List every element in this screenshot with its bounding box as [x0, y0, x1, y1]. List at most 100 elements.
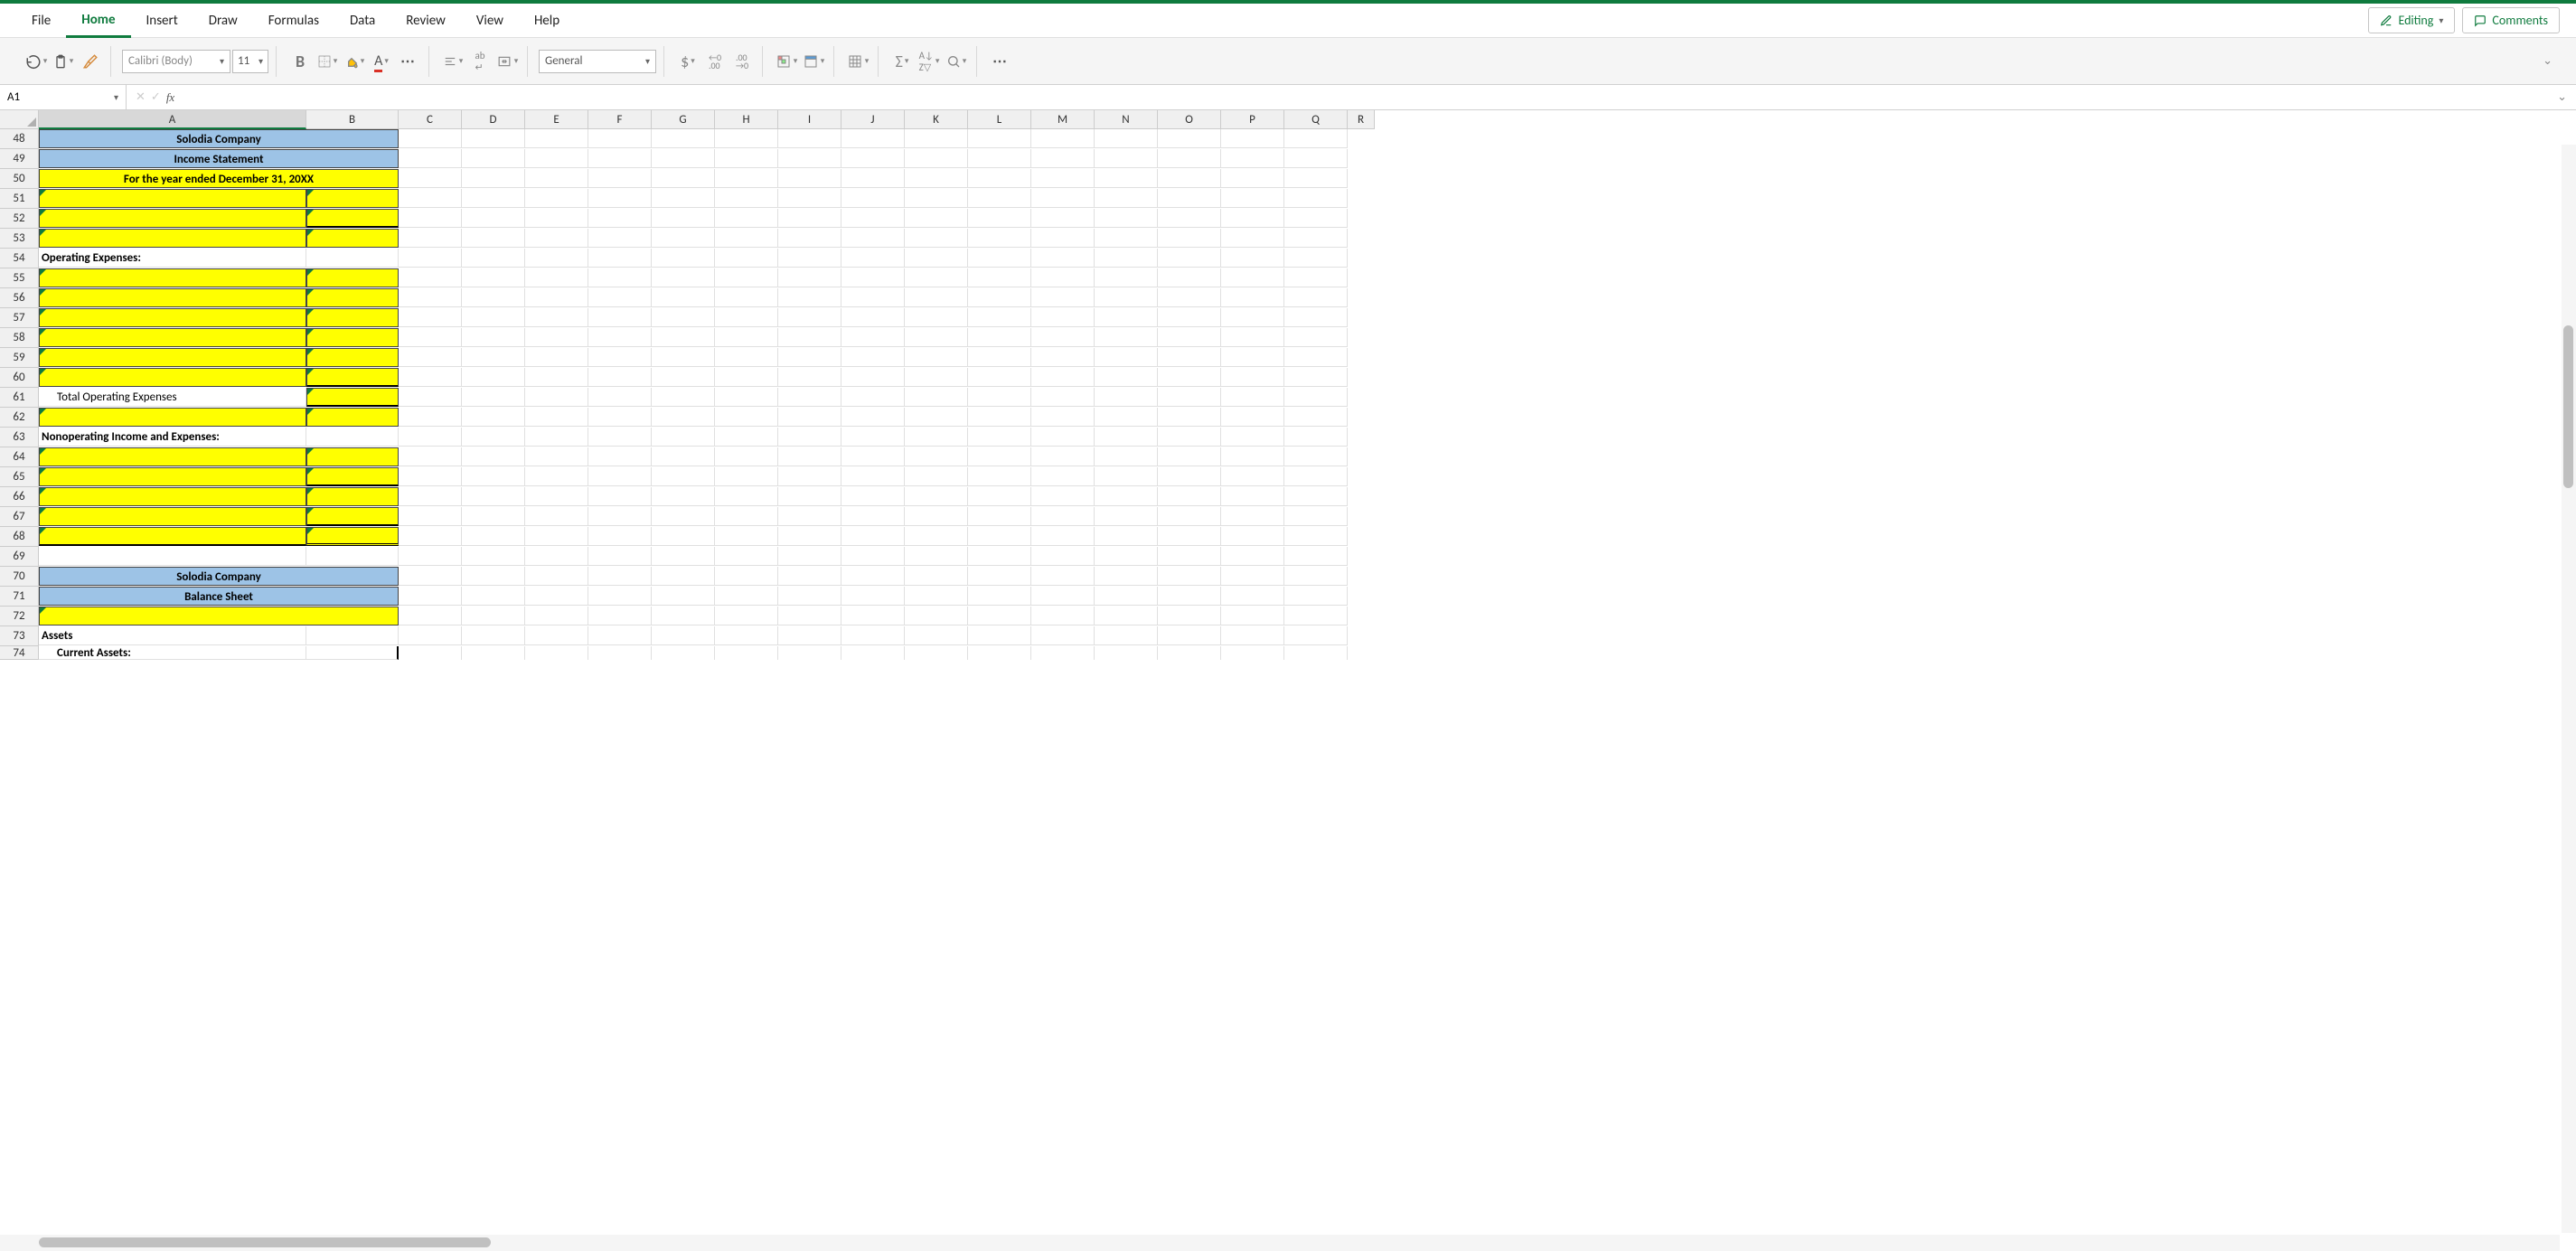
cell[interactable] — [399, 507, 462, 526]
cell[interactable] — [778, 507, 841, 526]
col-header-K[interactable]: K — [905, 110, 968, 129]
cell[interactable] — [1221, 428, 1284, 447]
cell[interactable] — [652, 189, 715, 208]
cell[interactable] — [841, 567, 905, 586]
cell[interactable] — [1031, 149, 1095, 168]
cell-A52[interactable] — [39, 209, 306, 228]
cell[interactable] — [1031, 507, 1095, 526]
cell[interactable] — [715, 149, 778, 168]
cell[interactable] — [905, 229, 968, 248]
cell[interactable] — [841, 467, 905, 486]
row-header[interactable]: 62 — [0, 408, 39, 428]
cell[interactable] — [715, 268, 778, 287]
cell[interactable] — [905, 547, 968, 566]
cell[interactable] — [1095, 408, 1158, 427]
spreadsheet-grid[interactable]: A B C D E F G H I J K L M N O P Q R 48 S… — [0, 110, 2576, 1217]
cell[interactable] — [778, 527, 841, 546]
cell[interactable] — [841, 388, 905, 407]
cell[interactable] — [462, 149, 525, 168]
cell[interactable] — [905, 249, 968, 268]
bold-button[interactable]: B — [287, 49, 313, 74]
cell[interactable] — [399, 348, 462, 367]
cell[interactable] — [525, 388, 588, 407]
tab-review[interactable]: Review — [390, 4, 461, 37]
cell[interactable] — [1031, 229, 1095, 248]
cell[interactable] — [1031, 428, 1095, 447]
cell[interactable] — [1095, 447, 1158, 466]
cell[interactable] — [778, 408, 841, 427]
cell[interactable] — [1158, 288, 1221, 307]
cell[interactable] — [1221, 547, 1284, 566]
cell[interactable] — [588, 328, 652, 347]
cell[interactable] — [778, 189, 841, 208]
cell[interactable] — [525, 428, 588, 447]
cell[interactable] — [1221, 288, 1284, 307]
align-button[interactable]: ▾ — [440, 49, 465, 74]
cell-B53[interactable] — [306, 229, 399, 248]
cell[interactable] — [715, 428, 778, 447]
cell[interactable] — [1284, 646, 1348, 660]
cell-A56[interactable] — [39, 288, 306, 307]
cell[interactable] — [1284, 249, 1348, 268]
ribbon-more-button[interactable]: ⋯ — [988, 49, 1013, 74]
cell[interactable] — [905, 587, 968, 606]
cell[interactable] — [1158, 388, 1221, 407]
cell[interactable] — [778, 209, 841, 228]
cell[interactable] — [1158, 249, 1221, 268]
cell[interactable] — [399, 288, 462, 307]
cell[interactable] — [1158, 428, 1221, 447]
cell[interactable] — [841, 328, 905, 347]
cell[interactable] — [1031, 308, 1095, 327]
cell[interactable] — [841, 487, 905, 506]
cell-A73[interactable]: Assets — [39, 626, 306, 645]
row-header[interactable]: 54 — [0, 249, 39, 268]
col-header-Q[interactable]: Q — [1284, 110, 1348, 129]
cell[interactable] — [968, 368, 1031, 387]
row-header[interactable]: 50 — [0, 169, 39, 189]
cell[interactable] — [525, 368, 588, 387]
cell[interactable] — [905, 467, 968, 486]
cell[interactable] — [399, 149, 462, 168]
cell[interactable] — [1158, 209, 1221, 228]
cell[interactable] — [1221, 408, 1284, 427]
cell[interactable] — [399, 328, 462, 347]
cell[interactable] — [399, 209, 462, 228]
cell-A69[interactable] — [39, 547, 306, 566]
cell[interactable] — [399, 527, 462, 546]
cell[interactable] — [778, 229, 841, 248]
cell[interactable] — [715, 129, 778, 148]
find-button[interactable]: ▾ — [944, 49, 969, 74]
cell[interactable] — [1031, 626, 1095, 645]
cell[interactable] — [1284, 447, 1348, 466]
insert-cells-button[interactable]: ▾ — [845, 49, 870, 74]
cell[interactable] — [968, 547, 1031, 566]
cell[interactable] — [1095, 229, 1158, 248]
cell[interactable] — [1095, 607, 1158, 626]
cell[interactable] — [1284, 169, 1348, 188]
cell[interactable] — [588, 189, 652, 208]
cell[interactable] — [1284, 626, 1348, 645]
cell[interactable] — [905, 428, 968, 447]
row-header[interactable]: 71 — [0, 587, 39, 607]
tab-formulas[interactable]: Formulas — [253, 4, 334, 37]
cell[interactable] — [1221, 487, 1284, 506]
cell[interactable] — [525, 607, 588, 626]
cell[interactable] — [905, 527, 968, 546]
cell[interactable] — [1095, 189, 1158, 208]
cell[interactable] — [778, 129, 841, 148]
cell[interactable] — [905, 308, 968, 327]
row-header[interactable]: 60 — [0, 368, 39, 388]
font-name-select[interactable]: Calibri (Body)▾ — [122, 50, 230, 73]
cell[interactable] — [1095, 268, 1158, 287]
cell-A55[interactable] — [39, 268, 306, 287]
cell[interactable] — [462, 368, 525, 387]
cell[interactable] — [525, 229, 588, 248]
cell[interactable] — [399, 308, 462, 327]
cell[interactable] — [462, 527, 525, 546]
cell[interactable] — [525, 646, 588, 660]
cell[interactable] — [1284, 308, 1348, 327]
row-header[interactable]: 56 — [0, 288, 39, 308]
cell[interactable] — [1158, 547, 1221, 566]
cell[interactable] — [1221, 388, 1284, 407]
cell[interactable] — [968, 149, 1031, 168]
